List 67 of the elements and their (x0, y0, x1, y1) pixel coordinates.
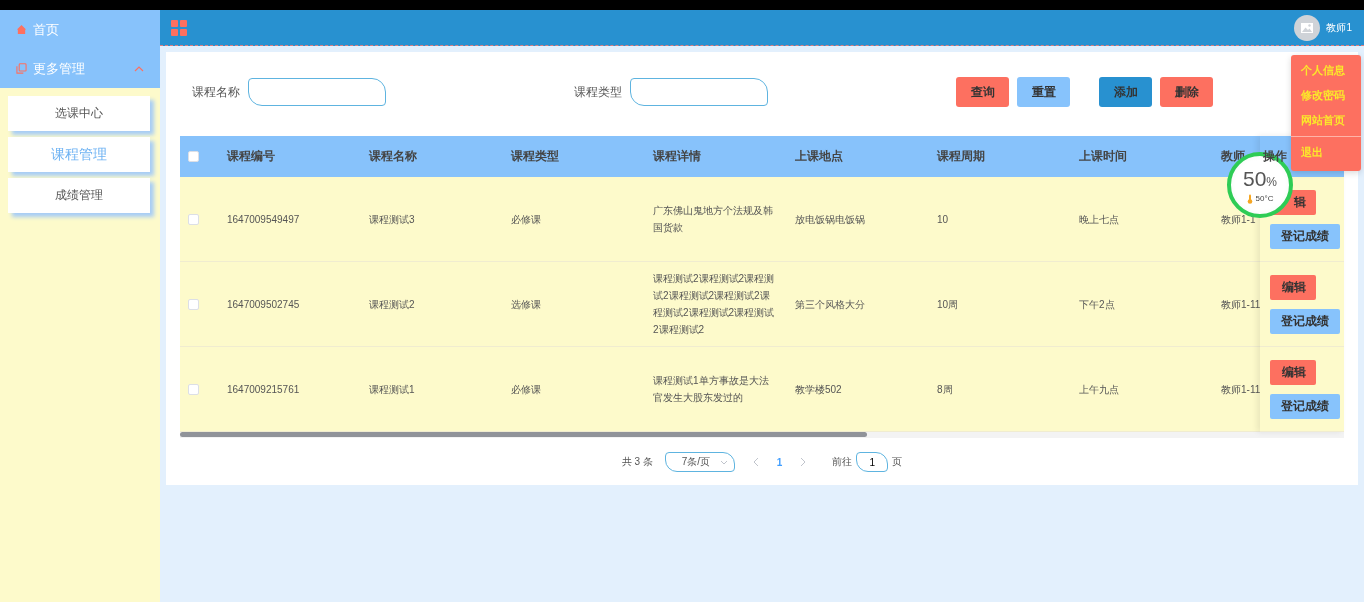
table-cell-text: 下午2点 (1079, 297, 1115, 312)
input-field[interactable] (630, 78, 768, 106)
user-name[interactable]: 教师1 (1326, 20, 1352, 35)
edit-button[interactable]: 编辑 (1270, 359, 1316, 385)
checkbox[interactable] (188, 298, 199, 310)
action-button[interactable]: 查询 (956, 77, 1009, 107)
copy-icon (16, 63, 27, 74)
table-cell-text: 必修课 (511, 382, 541, 397)
edit-button[interactable]: 编辑 (1270, 274, 1316, 300)
input-field[interactable] (248, 78, 386, 106)
checkbox[interactable] (188, 383, 199, 395)
horizontal-scrollbar[interactable] (180, 432, 1344, 438)
home-icon (16, 24, 27, 35)
action-button[interactable]: 重置 (1017, 77, 1070, 107)
table-cell-text: 广东佛山鬼地方个法规及韩国货款 (653, 204, 774, 235)
table-cell-text: 上午九点 (1079, 382, 1119, 397)
table-cell-text: 教师1-11 (1221, 382, 1260, 397)
table-cell-text: 8周 (937, 382, 953, 397)
table-cell-text: 教师1-11 (1221, 297, 1260, 312)
chevron-down-icon (719, 459, 728, 465)
checkbox[interactable] (188, 151, 199, 162)
column-header: 上课时间 (1079, 148, 1127, 165)
column-header: 课程编号 (227, 148, 275, 165)
checkbox[interactable] (188, 213, 199, 225)
table-cell-text: 1647009502745 (227, 297, 300, 312)
grade-button[interactable]: 登记成绩 (1270, 223, 1340, 249)
table-cell-text: 必修课 (511, 212, 541, 227)
grade-button[interactable]: 登记成绩 (1270, 308, 1340, 334)
column-header: 课程周期 (937, 148, 985, 165)
column-header: 课程名称 (369, 148, 417, 165)
table-cell-text: 选修课 (511, 297, 541, 312)
page-number[interactable]: 1 (776, 456, 783, 468)
table-cell-text: 课程测试3 (369, 212, 415, 227)
submenu-item[interactable]: 选课中心 (8, 96, 150, 131)
table-cell-text: 晚上七点 (1079, 212, 1119, 227)
table-cell-text: 课程测试2 (369, 297, 415, 312)
page-suffix: 页 (892, 455, 903, 469)
table-row[interactable]: 1647009215761 课程测试1 必修课 课程测试1单方事故是大法官发生大股东发过的 教学楼502 8周 上午九点 教师1-11 (180, 347, 1260, 432)
action-button[interactable]: 添加 (1099, 77, 1152, 107)
submenu-item[interactable]: 成绩管理 (8, 178, 150, 213)
table-row[interactable]: 1647009502745 课程测试2 选修课 课程测试2课程测试2课程测试2课程测试2课程测试2课程测试2课程测试2课程测试2课程测试2 第三个风格大分 10周 下午2点 教师1-11 (180, 262, 1260, 347)
table-cell-text: 10周 (937, 297, 959, 312)
goto-label: 前往 (832, 455, 853, 469)
field-label: 课程名称 (192, 83, 240, 101)
table-cell-text: 课程测试2课程测试2课程测试2课程测试2课程测试2课程测试2课程测试2课程测试2课程测试2 (653, 272, 775, 337)
table-cell-text: 教学楼502 (795, 382, 842, 397)
next-page-icon[interactable] (800, 457, 807, 467)
table-cell-text: 1647009549497 (227, 212, 300, 227)
grid-menu-icon[interactable] (171, 19, 187, 36)
field-label: 课程类型 (574, 83, 622, 101)
previous-page-icon[interactable] (752, 457, 759, 467)
column-header: 上课地点 (795, 148, 843, 165)
page-size-select[interactable]: 7条/页 (664, 452, 735, 472)
page-input[interactable]: 1 (856, 452, 889, 472)
table-cell-text: 1647009215761 (227, 382, 300, 397)
column-header: 课程详情 (653, 148, 701, 165)
action-button[interactable]: 删除 (1160, 77, 1213, 107)
table-cell-text: 课程测试1 (369, 382, 415, 397)
grade-button[interactable]: 登记成绩 (1270, 393, 1340, 419)
total-count: 共 3 条 (621, 455, 653, 469)
table-cell-text: 第三个风格大分 (795, 297, 865, 312)
table-cell-text: 放电饭锅电饭锅 (795, 212, 865, 227)
table-cell-text: 课程测试1单方事故是大法官发生大股东发过的 (653, 374, 770, 405)
avatar-icon[interactable] (1294, 14, 1321, 41)
column-header: 课程类型 (511, 148, 559, 165)
thermometer-icon (1246, 193, 1253, 204)
table-cell-text: 10 (937, 212, 949, 227)
